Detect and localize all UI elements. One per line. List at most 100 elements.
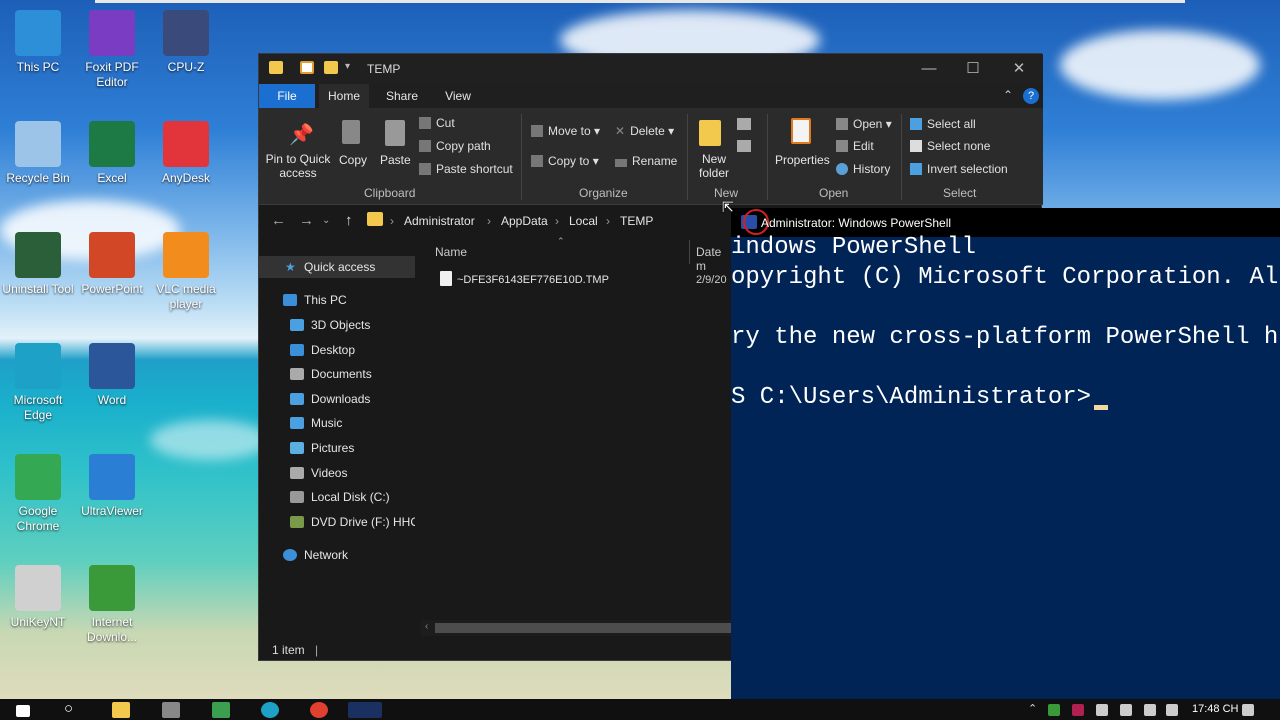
nav-item-videos[interactable]: Videos <box>259 462 415 484</box>
quick-access-dropdown-icon[interactable]: ▾ <box>345 61 350 72</box>
nav-item-music[interactable]: Music <box>259 412 415 434</box>
column-header-name[interactable]: Name <box>435 245 467 259</box>
desktop-icon-internet-download-manager[interactable]: Internet Downlo... <box>74 565 150 645</box>
properties-button[interactable]: Properties <box>775 153 830 167</box>
breadcrumb-administrator[interactable]: Administrator <box>404 214 475 228</box>
invert-selection-button[interactable]: Invert selection <box>910 162 1008 176</box>
new-folder-quick-icon[interactable] <box>324 61 338 74</box>
properties-quick-icon[interactable] <box>300 61 314 74</box>
tab-view[interactable]: View <box>433 84 483 108</box>
pictures-icon <box>290 442 304 454</box>
paste-shortcut-button[interactable]: Paste shortcut <box>419 162 513 176</box>
new-folder-button[interactable]: New folder <box>695 152 733 180</box>
nav-network[interactable]: Network <box>259 544 415 566</box>
delete-button[interactable]: ✕ Delete ▾ <box>615 124 674 138</box>
nav-item-local-disk-c[interactable]: Local Disk (C:) <box>259 486 415 508</box>
chrome-taskbar-icon[interactable] <box>310 702 328 718</box>
recent-locations-icon[interactable]: ⌄ <box>322 215 330 226</box>
tray-icon[interactable] <box>1048 704 1060 716</box>
desktop-icon-google-chrome[interactable]: Google Chrome <box>0 454 76 534</box>
collapse-ribbon-icon[interactable]: ⌃ <box>1003 88 1013 102</box>
nav-item-dvd-drive-f[interactable]: DVD Drive (F:) HHO <box>259 511 415 533</box>
desktop-icon-word[interactable]: Word <box>74 343 150 408</box>
copy-path-button[interactable]: Copy path <box>419 139 491 153</box>
clock[interactable]: 17:48 CH <box>1192 703 1238 715</box>
app-taskbar-icon[interactable] <box>162 702 180 718</box>
nav-item-label: Downloads <box>311 391 371 406</box>
network-tray-icon[interactable] <box>1144 704 1156 716</box>
desktop-icon-label: This PC <box>16 60 60 74</box>
file-explorer-taskbar-icon[interactable] <box>112 702 130 718</box>
up-arrow-icon[interactable]: ↑ <box>345 212 353 229</box>
store-taskbar-icon[interactable] <box>212 702 230 718</box>
battery-icon[interactable] <box>1096 704 1108 716</box>
desktop-icon-cpu-z[interactable]: CPU-Z <box>148 10 224 75</box>
nav-item-label: Music <box>311 416 343 431</box>
desktop-icon-ultraviewer[interactable]: UltraViewer <box>74 454 150 519</box>
tab-share[interactable]: Share <box>377 84 427 108</box>
scroll-left-icon[interactable]: ‹ <box>425 621 428 632</box>
copy-button[interactable]: Copy <box>339 153 367 167</box>
edit-button[interactable]: Edit <box>836 139 874 153</box>
notifications-icon[interactable] <box>1242 704 1254 716</box>
desktop-icon-microsoft-edge[interactable]: Microsoft Edge <box>0 343 76 423</box>
nav-item-3d-objects[interactable]: 3D Objects <box>259 314 415 336</box>
scrollbar-thumb[interactable] <box>435 623 731 633</box>
desktop-icon <box>290 343 304 356</box>
desktop-icon-uninstall-tool[interactable]: Uninstall Tool <box>0 232 76 297</box>
help-icon[interactable]: ? <box>1023 88 1039 104</box>
tray-icon[interactable] <box>1120 704 1132 716</box>
new-item-icon[interactable] <box>737 118 751 130</box>
edge-taskbar-icon[interactable] <box>261 702 279 718</box>
move-to-button[interactable]: Move to ▾ <box>531 124 600 138</box>
nav-this-pc[interactable]: This PC <box>259 289 415 311</box>
tray-chevron-icon[interactable]: ⌃ <box>1028 702 1037 715</box>
desktop-icon-recycle-bin[interactable]: Recycle Bin <box>0 121 76 186</box>
desktop-icon-vlc-media-player[interactable]: VLC media player <box>148 232 224 312</box>
minimize-button[interactable]: — <box>909 58 949 80</box>
desktop-icon-this-pc[interactable]: This PC <box>0 10 76 75</box>
select-all-button[interactable]: Select all <box>910 117 976 131</box>
select-none-button[interactable]: Select none <box>910 139 990 153</box>
desktop-icon-excel[interactable]: Excel <box>74 121 150 186</box>
nav-quick-access[interactable]: ★ Quick access <box>259 256 415 278</box>
breadcrumb-local[interactable]: Local <box>569 214 598 228</box>
powershell-titlebar[interactable]: Administrator: Windows PowerShell <box>731 208 1280 237</box>
network-icon <box>283 549 297 561</box>
desktop-icon-foxit-pdf-editor[interactable]: Foxit PDF Editor <box>74 10 150 90</box>
close-button[interactable]: ✕ <box>999 58 1039 80</box>
pin-to-quick-access-button[interactable]: Pin to Quick access <box>265 152 331 180</box>
paste-button[interactable]: Paste <box>380 153 411 167</box>
history-button[interactable]: History <box>836 162 890 176</box>
breadcrumb-temp[interactable]: TEMP <box>620 214 653 228</box>
powershell-taskbar-icon[interactable] <box>348 702 382 718</box>
explorer-titlebar[interactable]: ▾ TEMP — ☐ ✕ <box>259 54 1043 84</box>
desktop-icon-anydesk[interactable]: AnyDesk <box>148 121 224 186</box>
open-group-label: Open <box>819 186 849 200</box>
desktop-icon-unikeynt[interactable]: UniKeyNT <box>0 565 76 630</box>
desktop-icon-powerpoint[interactable]: PowerPoint <box>74 232 150 297</box>
rename-button[interactable]: Rename <box>615 154 677 168</box>
powershell-window[interactable]: Administrator: Windows PowerShell indows… <box>731 208 1280 699</box>
nav-item-label: Pictures <box>311 441 355 455</box>
cut-button[interactable]: Cut <box>419 116 455 130</box>
column-header-date[interactable]: Date m <box>696 245 733 273</box>
start-icon[interactable] <box>16 705 30 717</box>
breadcrumb-appdata[interactable]: AppData <box>501 214 548 228</box>
tab-file[interactable]: File <box>259 84 315 108</box>
open-button[interactable]: Open ▾ <box>836 117 892 131</box>
volume-icon[interactable] <box>1166 704 1178 716</box>
nav-item-documents[interactable]: Documents <box>259 363 415 385</box>
forward-arrow-icon[interactable]: → <box>299 212 314 229</box>
microsoft-edge-icon <box>15 343 61 389</box>
easy-access-icon[interactable] <box>737 140 751 152</box>
copy-to-button[interactable]: Copy to ▾ <box>531 154 599 168</box>
tab-home[interactable]: Home <box>319 84 369 108</box>
nav-item-pictures[interactable]: Pictures <box>259 437 415 459</box>
nav-item-desktop[interactable]: Desktop <box>259 339 415 361</box>
back-arrow-icon[interactable]: ← <box>271 212 286 229</box>
maximize-button[interactable]: ☐ <box>953 58 993 80</box>
nav-item-downloads[interactable]: Downloads <box>259 388 415 410</box>
tray-icon[interactable] <box>1072 704 1084 716</box>
search-icon[interactable]: ○ <box>64 700 73 717</box>
